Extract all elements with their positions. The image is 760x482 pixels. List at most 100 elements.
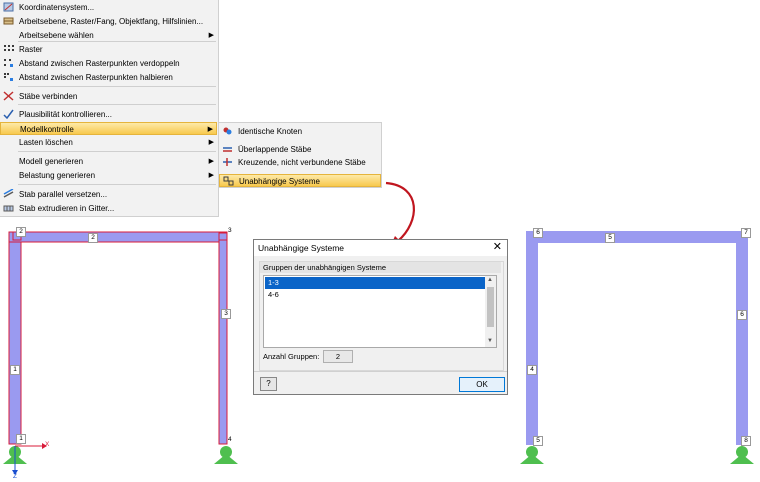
submenu-arrow-icon: ▶	[208, 32, 214, 39]
menu-label: Modellkontrolle	[20, 125, 74, 134]
identical-nodes-icon	[222, 126, 233, 136]
group-count-label: Anzahl Gruppen:	[263, 352, 320, 361]
menu-label: Unabhängige Systeme	[239, 177, 320, 186]
menu-label: Identische Knoten	[238, 127, 303, 136]
menu-item-raster[interactable]: Raster	[0, 43, 217, 56]
menu-label: Koordinatensystem...	[19, 3, 95, 12]
menu-item-staebe-verbinden[interactable]: Stäbe verbinden	[0, 90, 217, 103]
menu-separator	[18, 151, 216, 152]
offset-member-icon	[3, 188, 14, 199]
submenu-modellkontrolle: Identische Knoten Überlappende Stäbe Kre…	[218, 122, 382, 188]
submenu-item-kreuzende-staebe[interactable]: Kreuzende, nicht verbundene Stäbe	[219, 156, 381, 169]
member-1[interactable]	[8, 232, 22, 445]
support-right-5	[520, 446, 544, 464]
groups-header-label: Gruppen der unabhängigen Systeme	[263, 263, 387, 272]
help-icon: ?	[266, 379, 271, 388]
coordinate-system-icon	[3, 2, 14, 12]
scrollbar-thumb[interactable]	[487, 287, 494, 327]
menu-item-stab-parallel[interactable]: Stab parallel versetzen...	[0, 188, 217, 201]
list-item[interactable]: 1-3	[265, 277, 486, 289]
node-label-1: 1	[16, 434, 26, 444]
context-menu: Koordinatensystem... Arbeitsebene, Raste…	[0, 0, 219, 217]
frame-right	[520, 231, 754, 464]
menu-item-plausibilitaet[interactable]: Plausibilität kontrollieren...	[0, 108, 217, 121]
submenu-item-unabhaengige-systeme[interactable]: Unabhängige Systeme	[219, 174, 381, 187]
node-label-8: 8	[741, 436, 751, 446]
member-6[interactable]	[736, 231, 748, 445]
support-right-8	[730, 446, 754, 464]
menu-label: Lasten löschen	[19, 138, 73, 147]
menu-label: Abstand zwischen Rasterpunkten verdoppel…	[19, 59, 180, 68]
connect-members-icon	[3, 91, 14, 101]
list-scrollbar[interactable]: ▲ ▼	[485, 276, 496, 347]
menu-separator	[18, 104, 216, 105]
menu-label: Stäbe verbinden	[19, 92, 78, 101]
member-4[interactable]	[526, 231, 538, 445]
submenu-item-ueberlappende-staebe[interactable]: Überlappende Stäbe	[219, 143, 381, 156]
submenu-item-identische-knoten[interactable]: Identische Knoten	[219, 125, 381, 138]
member-2[interactable]	[8, 231, 227, 243]
groups-list[interactable]: 1-3 4-6 ▲ ▼	[263, 275, 497, 348]
menu-separator	[18, 86, 216, 87]
dialog-titlebar[interactable]: Unabhängige Systeme ✕	[254, 240, 507, 256]
menu-label: Arbeitsebene, Raster/Fang, Objektfang, H…	[19, 17, 204, 26]
submenu-arrow-icon: ▶	[207, 126, 213, 133]
menu-item-raster-halbieren[interactable]: Abstand zwischen Rasterpunkten halbieren	[0, 71, 217, 84]
node-label-7: 7	[741, 228, 751, 238]
menu-item-stab-extrudieren[interactable]: Stab extrudieren in Gitter...	[0, 202, 217, 215]
list-item[interactable]: 4-6	[265, 289, 486, 301]
menu-label: Überlappende Stäbe	[238, 145, 312, 154]
menu-item-raster-verdoppeln[interactable]: Abstand zwischen Rasterpunkten verdoppel…	[0, 57, 217, 70]
overlapping-members-icon	[222, 144, 233, 154]
scroll-down-icon[interactable]: ▼	[487, 338, 493, 344]
menu-item-koordinatensystem[interactable]: Koordinatensystem...	[0, 1, 217, 14]
axis-x-label: X	[45, 441, 50, 448]
crossing-members-icon	[222, 157, 233, 167]
help-button[interactable]: ?	[260, 377, 277, 391]
scroll-up-icon[interactable]: ▲	[487, 277, 493, 283]
dialog-title: Unabhängige Systeme	[258, 243, 345, 253]
ok-button[interactable]: OK	[459, 377, 505, 392]
support-left-4	[214, 446, 238, 464]
submenu-arrow-icon: ▶	[208, 172, 214, 179]
menu-label: Stab parallel versetzen...	[19, 190, 108, 199]
plausibility-check-icon	[3, 109, 14, 120]
grid-double-icon	[3, 58, 14, 68]
extrude-member-icon	[3, 203, 14, 213]
member-label-3: 3	[221, 309, 231, 319]
member-label-4: 4	[527, 365, 537, 375]
menu-label: Abstand zwischen Rasterpunkten halbieren	[19, 73, 173, 82]
member-3[interactable]	[218, 232, 228, 445]
node-label-5: 5	[533, 436, 543, 446]
node-label-3: 3	[228, 227, 232, 234]
member-label-6: 6	[737, 310, 747, 320]
menu-separator	[18, 184, 216, 185]
menu-item-belastung-generieren[interactable]: Belastung generieren ▶	[0, 169, 217, 182]
submenu-arrow-icon: ▶	[208, 139, 214, 146]
member-label-2: 2	[88, 233, 98, 243]
menu-label: Stab extrudieren in Gitter...	[19, 204, 115, 213]
menu-label: Arbeitsebene wählen	[19, 31, 94, 40]
menu-item-modellkontrolle[interactable]: Modellkontrolle ▶	[0, 122, 217, 135]
menu-item-lasten-loeschen[interactable]: Lasten löschen ▶	[0, 136, 217, 149]
menu-label: Modell generieren	[19, 157, 84, 166]
close-icon[interactable]: ✕	[493, 241, 502, 254]
menu-label: Raster	[19, 45, 43, 54]
node-label-6: 6	[533, 228, 543, 238]
node-label-2: 2	[16, 227, 26, 237]
independent-systems-icon	[223, 176, 234, 186]
pointer-arrow	[385, 181, 416, 247]
group-count-value: 2	[323, 350, 353, 363]
member-label-1: 1	[10, 365, 20, 375]
menu-label: Plausibilität kontrollieren...	[19, 110, 112, 119]
menu-item-modell-generieren[interactable]: Modell generieren ▶	[0, 155, 217, 168]
frame-left	[3, 231, 238, 475]
dialog-footer-divider	[254, 371, 507, 372]
menu-label: Belastung generieren	[19, 171, 96, 180]
grid-icon	[3, 44, 14, 54]
member-5[interactable]	[526, 231, 748, 243]
list-item-label: 1-3	[268, 278, 279, 287]
list-item-label: 4-6	[268, 290, 279, 299]
menu-item-arbeitsebene-raster[interactable]: Arbeitsebene, Raster/Fang, Objektfang, H…	[0, 15, 217, 28]
workplane-grid-icon	[3, 16, 14, 26]
